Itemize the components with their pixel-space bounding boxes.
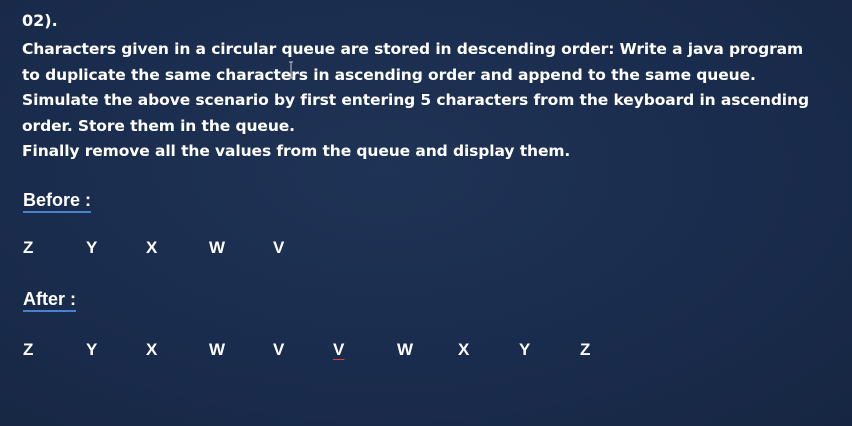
after-char: Z <box>23 340 34 359</box>
before-char: V <box>273 238 285 257</box>
question-number: 02). <box>22 11 58 30</box>
after-char: X <box>146 340 158 359</box>
text-cursor-icon <box>289 61 293 79</box>
question-line: to duplicate the same characters in asce… <box>22 65 756 84</box>
question-line: Characters given in a circular queue are… <box>22 40 804 58</box>
before-char: W <box>209 238 226 257</box>
question-line: order. Store them in the queue. <box>22 116 295 135</box>
after-queue: Z Y X W V V W X Y Z <box>0 339 852 365</box>
after-char: Y <box>519 340 531 359</box>
after-char: W <box>209 340 226 359</box>
question-line: Finally remove all the values from the q… <box>22 142 571 160</box>
before-char: Y <box>86 238 98 257</box>
before-label: Before : <box>23 189 92 213</box>
after-char: V <box>333 340 345 359</box>
before-char: X <box>146 238 158 257</box>
after-label: After : <box>23 288 76 312</box>
before-char: Z <box>23 238 34 257</box>
question-text: Characters given in a circular queue are… <box>22 37 842 165</box>
question-line: Simulate the above scenario by first ent… <box>22 91 809 109</box>
after-char: Z <box>580 340 591 359</box>
after-char: X <box>458 340 470 359</box>
after-char: W <box>397 340 414 359</box>
after-char: V <box>273 340 285 359</box>
before-queue: Z Y X W V <box>0 237 852 263</box>
slide: 02). Characters given in a circular queu… <box>0 0 852 426</box>
after-char: Y <box>86 340 98 359</box>
